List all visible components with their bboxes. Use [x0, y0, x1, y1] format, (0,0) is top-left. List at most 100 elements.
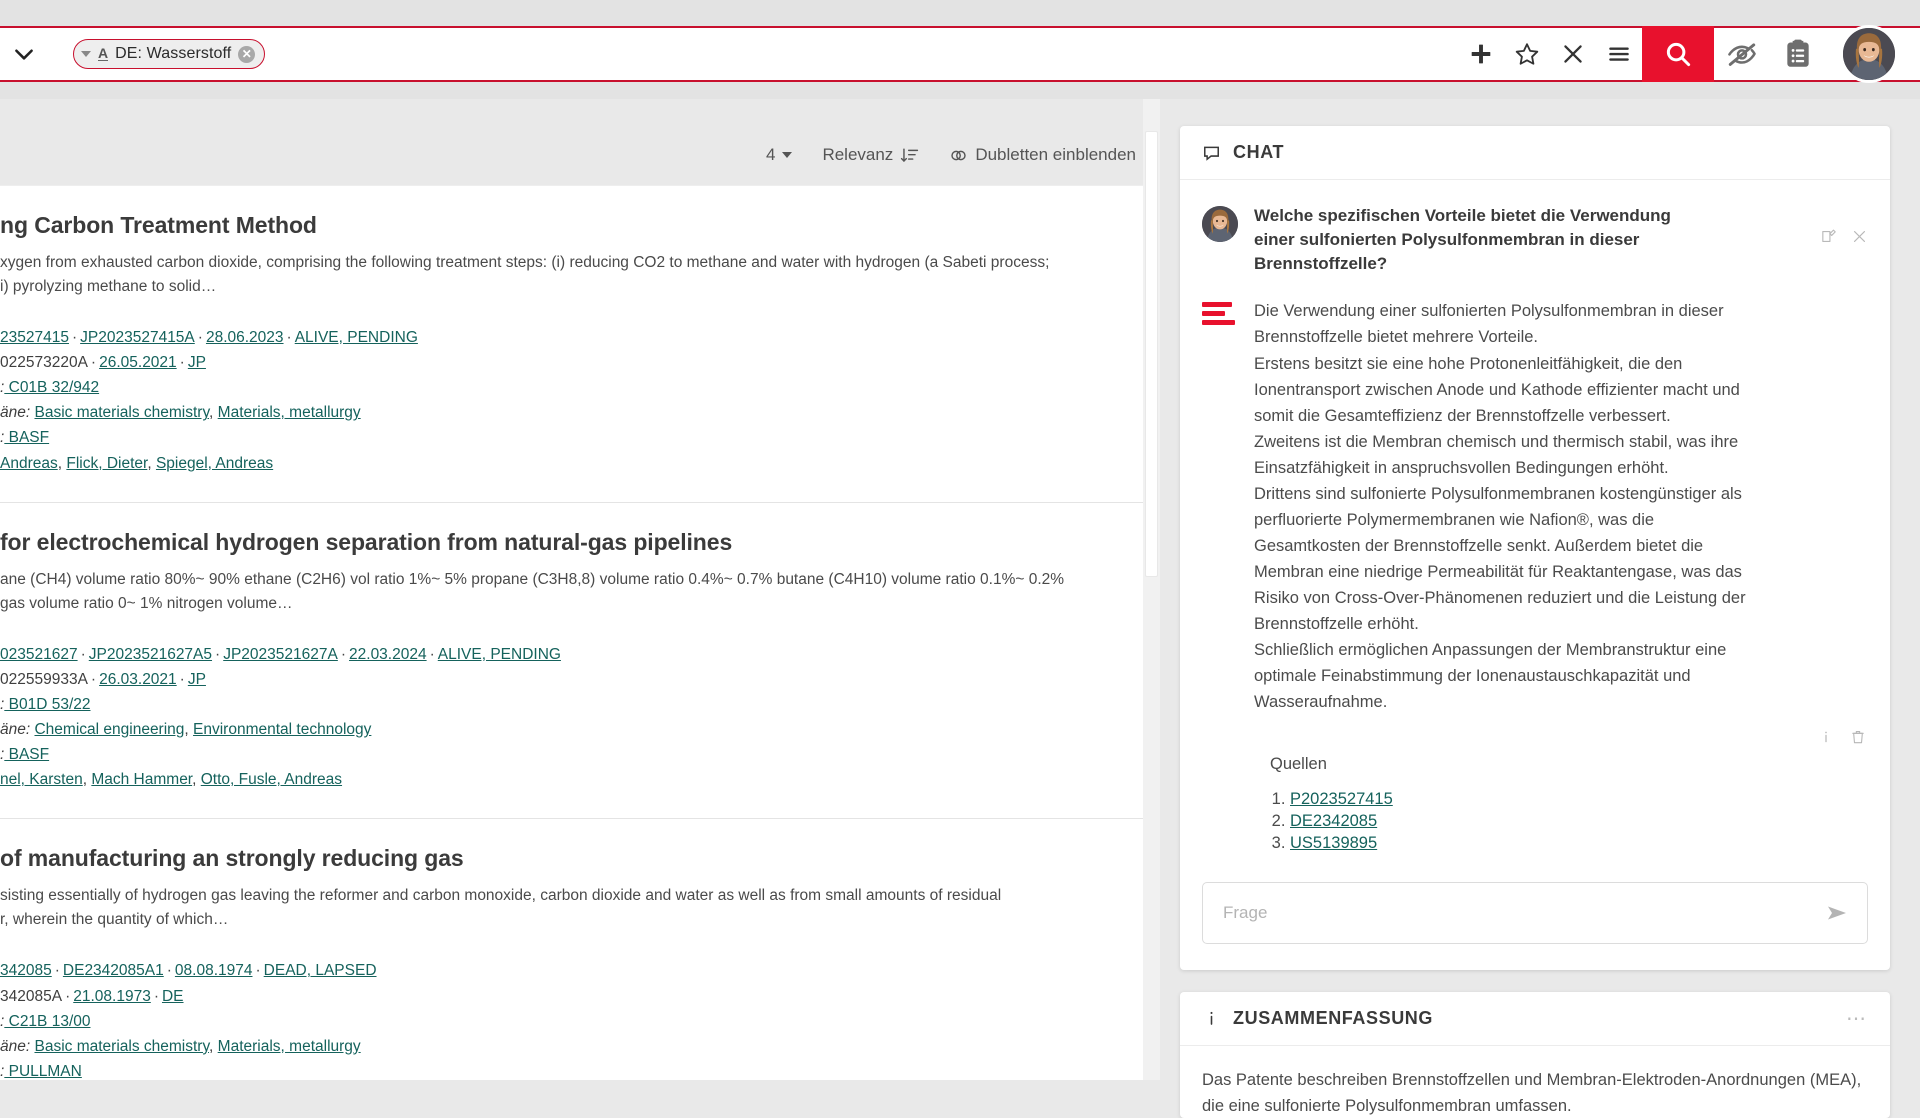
meta-link[interactable]: 26.05.2021 [99, 354, 177, 371]
source-link[interactable]: P2023527415 [1290, 790, 1393, 808]
ipc-value[interactable]: C21B 13/00 [4, 1013, 91, 1030]
meta-link[interactable]: 023521627 [0, 646, 78, 663]
domain-link[interactable]: Materials, metallurgy [218, 1038, 361, 1055]
domain-row: äne: Chemical engineering, Environmental… [0, 717, 1143, 742]
sources-title: Quellen [1270, 755, 1327, 774]
meta-link[interactable]: 08.08.1974 [175, 962, 253, 979]
assistant-logo-icon [1202, 302, 1238, 329]
query-pill[interactable]: A DE: Wasserstoff ✕ [73, 39, 266, 69]
domain-row: äne: Basic materials chemistry, Material… [0, 1034, 1143, 1059]
info-icon[interactable] [1818, 729, 1834, 745]
applicant-row: : BASF [0, 742, 1143, 767]
inventor-link[interactable]: Mach Hammer [91, 771, 192, 788]
meta-link[interactable]: DEAD, LAPSED [264, 962, 377, 979]
meta-link[interactable]: JP [188, 354, 206, 371]
meta-separator: · [90, 354, 97, 372]
chat-question-row: Welche spezifischen Vorteile bietet die … [1202, 204, 1868, 276]
query-pill-text: DE: Wasserstoff [115, 45, 232, 62]
meta-link[interactable]: JP2023527415A [80, 329, 195, 346]
summary-options-button[interactable]: ⋯ [1846, 1009, 1868, 1029]
publication-row: 342085 · DE2342085A1 · 08.08.1974 · DEAD, LAPS… [0, 958, 1143, 983]
clear-search-button[interactable] [1550, 27, 1596, 81]
sort-selector[interactable]: Relevanz [822, 145, 919, 165]
question-avatar [1202, 206, 1238, 242]
add-query-button[interactable] [1458, 27, 1504, 81]
result-title[interactable]: of manufacturing an strongly reducing ga… [0, 845, 1143, 872]
applicant-link[interactable]: BASF [4, 746, 50, 763]
meta-link[interactable]: JP2023521627A5 [89, 646, 212, 663]
result-title[interactable]: ng Carbon Treatment Method [0, 212, 1143, 239]
close-question-icon[interactable] [1851, 228, 1868, 245]
show-duplicates-toggle[interactable]: Dubletten einblenden [949, 145, 1136, 165]
edit-question-icon[interactable] [1820, 228, 1837, 245]
domain-link[interactable]: Materials, metallurgy [218, 404, 361, 421]
inventor-link[interactable]: Otto, Fusle, Andreas [201, 771, 342, 788]
result-abstract: ane (CH4) volume ratio 80%~ 90% ethane (… [0, 570, 1065, 612]
meta-separator: · [429, 645, 435, 663]
results-count: 4 [765, 145, 776, 164]
main-area: 4 Relevanz Dubletten einblenden ng Carbo… [0, 99, 1920, 1118]
meta-link[interactable]: 26.03.2021 [99, 671, 177, 688]
search-icon [1666, 42, 1691, 66]
meta-link[interactable]: DE2342085A1 [63, 962, 164, 979]
domain-link[interactable]: Basic materials chemistry [34, 1038, 209, 1055]
meta-link[interactable]: ALIVE, PENDING [295, 329, 418, 346]
comma: , [184, 721, 194, 739]
results-scrollbar-thumb[interactable] [1145, 131, 1158, 577]
source-link[interactable]: US5139895 [1290, 834, 1377, 852]
ipc-value[interactable]: B01D 53/22 [4, 696, 91, 713]
applicant-link[interactable]: BASF [4, 429, 50, 446]
ipc-value[interactable]: C01B 32/942 [4, 379, 100, 396]
results-list: ng Carbon Treatment Method xygen from exh… [0, 185, 1143, 1080]
favorite-button[interactable] [1504, 27, 1550, 81]
meta-link[interactable]: DE [162, 988, 184, 1005]
meta-link[interactable]: JP [188, 671, 206, 688]
result-title[interactable]: for electrochemical hydrogen separation … [0, 529, 1143, 556]
application-number: 022559933A [0, 670, 88, 688]
meta-separator: · [54, 962, 60, 980]
chevron-down-icon [81, 51, 91, 57]
results-toolbar: 4 Relevanz Dubletten einblenden [0, 138, 1148, 172]
search-menu-button[interactable] [1596, 27, 1642, 81]
chat-answer-text: Die Verwendung einer sulfonierten Polysu… [1254, 302, 1746, 712]
results-count-selector[interactable]: 4 [765, 145, 793, 165]
clear-query-pill-icon[interactable]: ✕ [238, 45, 256, 63]
chat-input-box[interactable] [1202, 882, 1868, 945]
meta-link[interactable]: 22.03.2024 [349, 646, 427, 663]
meta-link[interactable]: 23527415 [0, 329, 69, 346]
meta-link[interactable]: 342085 [0, 962, 52, 979]
hide-preview-button[interactable] [1714, 26, 1770, 82]
domain-link[interactable]: Basic materials chemistry [34, 404, 209, 421]
inventor-link[interactable]: Flick, Dieter [66, 455, 147, 472]
inventor-link[interactable]: Andreas [0, 455, 58, 472]
trash-icon[interactable] [1850, 729, 1866, 745]
meta-link[interactable]: ALIVE, PENDING [438, 646, 561, 663]
ipc-row: : B01D 53/22 [0, 692, 1143, 717]
applicant-row: : PULLMAN [0, 1059, 1143, 1080]
result-metadata: 023521627 · JP2023521627A5 · JP2023521627A · 2… [0, 642, 1143, 793]
result-card[interactable]: of manufacturing an strongly reducing ga… [0, 819, 1143, 1080]
chat-question-input[interactable] [1221, 902, 1825, 925]
domain-link[interactable]: Environmental technology [193, 721, 371, 738]
user-avatar[interactable] [1840, 25, 1898, 83]
result-abstract: sisting essentially of hydrogen gas leav… [0, 887, 1002, 929]
inventor-link[interactable]: Spiegel, Andreas [156, 455, 273, 472]
meta-link[interactable]: 28.06.2023 [206, 329, 284, 346]
clipboard-button[interactable] [1770, 26, 1826, 82]
inventor-row: nel, Karsten, Mach Hammer, Otto, Fusle, … [0, 767, 1143, 792]
sort-descending-icon [901, 147, 919, 162]
collapse-chevron-button[interactable] [0, 27, 52, 81]
plus-icon [1471, 44, 1491, 64]
search-submit-button[interactable] [1642, 25, 1714, 82]
result-card[interactable]: for electrochemical hydrogen separation … [0, 502, 1143, 820]
meta-link[interactable]: JP2023521627A [223, 646, 338, 663]
domain-link[interactable]: Chemical engineering [34, 721, 184, 738]
meta-separator: · [166, 962, 172, 980]
send-question-button[interactable] [1825, 901, 1849, 925]
applicant-link[interactable]: PULLMAN [4, 1063, 82, 1080]
avatar-image [1843, 28, 1895, 80]
meta-link[interactable]: 21.08.1973 [73, 988, 151, 1005]
inventor-link[interactable]: nel, Karsten [0, 771, 83, 788]
result-card[interactable]: ng Carbon Treatment Method xygen from exh… [0, 185, 1143, 503]
source-link[interactable]: DE2342085 [1290, 812, 1377, 830]
